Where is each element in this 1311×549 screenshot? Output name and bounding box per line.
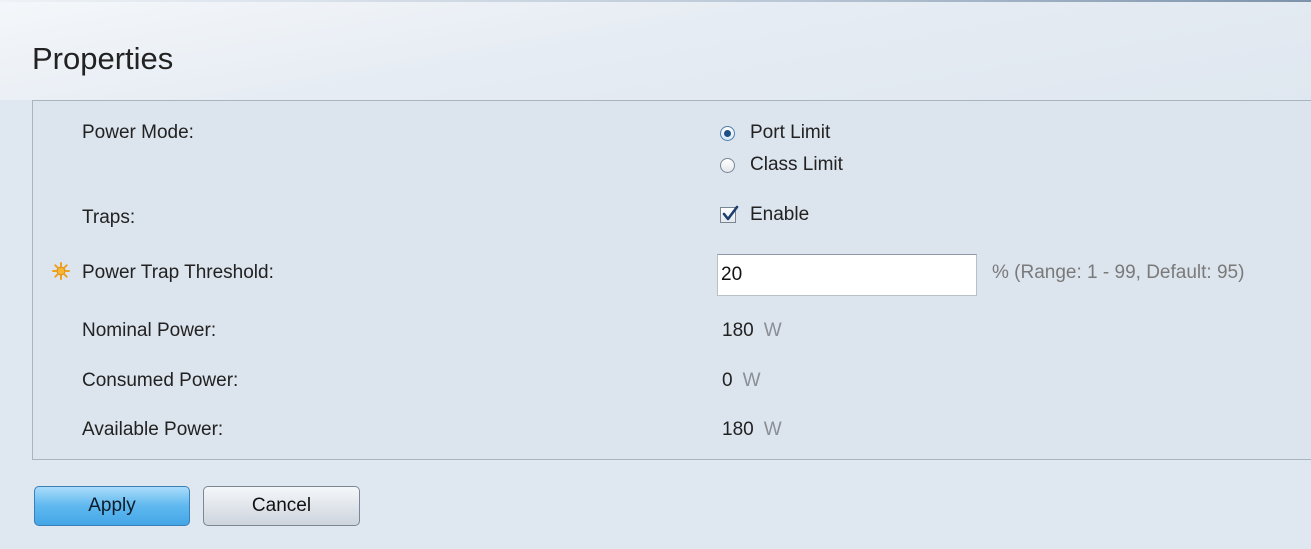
consumed-power-label: Consumed Power: <box>82 370 239 391</box>
consumed-power-value-group: 0W <box>722 370 761 392</box>
required-sun-icon <box>52 262 70 280</box>
radio-button-unselected[interactable] <box>720 157 735 173</box>
power-mode-label: Power Mode: <box>82 122 194 143</box>
nominal-power-value-group: 180 W <box>722 320 782 342</box>
traps-enable-checkbox[interactable]: Enable <box>720 204 809 226</box>
power-trap-threshold-input[interactable] <box>717 254 977 296</box>
available-power-unit: W <box>763 419 782 440</box>
radio-port-limit[interactable]: Port Limit <box>720 122 830 144</box>
radio-button-selected[interactable] <box>720 125 735 141</box>
header-background <box>0 0 1311 100</box>
checkbox-checked-icon[interactable] <box>720 205 739 223</box>
available-power-value-group: 180 W <box>722 419 782 441</box>
nominal-power-value: 180 <box>722 320 754 341</box>
radio-class-limit-label: Class Limit <box>750 154 843 175</box>
header-divider <box>0 0 1311 2</box>
threshold-range-hint: % (Range: 1 - 99, Default: 95) <box>992 262 1245 283</box>
radio-class-limit[interactable]: Class Limit <box>720 154 843 176</box>
cancel-button[interactable]: Cancel <box>203 486 360 526</box>
page-title: Properties <box>32 41 174 76</box>
available-power-value: 180 <box>722 419 754 440</box>
nominal-power-unit: W <box>763 320 782 341</box>
power-trap-threshold-label: Power Trap Threshold: <box>82 262 274 283</box>
traps-enable-label: Enable <box>750 204 810 225</box>
consumed-power-unit: W <box>742 370 761 391</box>
consumed-power-value: 0 <box>722 370 733 391</box>
apply-button[interactable]: Apply <box>34 486 190 526</box>
available-power-label: Available Power: <box>82 419 224 440</box>
traps-label: Traps: <box>82 207 136 228</box>
radio-port-limit-label: Port Limit <box>750 122 831 143</box>
nominal-power-label: Nominal Power: <box>82 320 217 341</box>
